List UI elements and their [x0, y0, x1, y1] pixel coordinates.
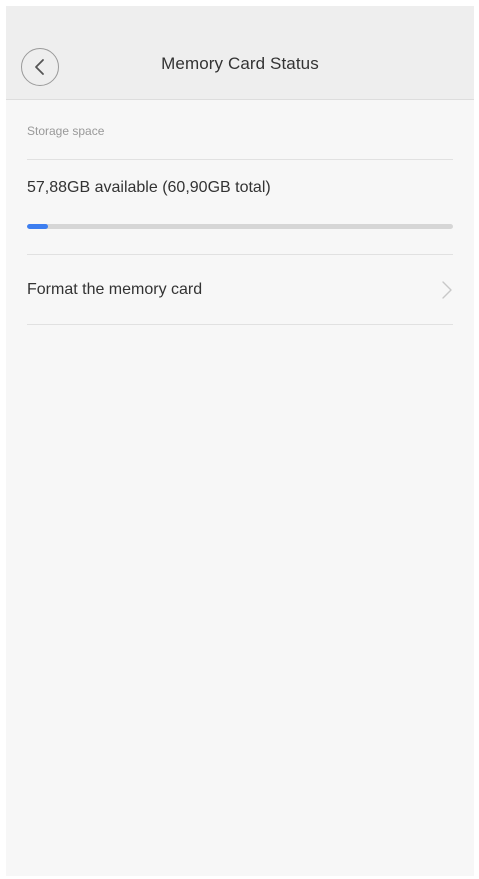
page-title: Memory Card Status — [161, 54, 319, 73]
storage-summary: 57,88GB available (60,90GB total) — [27, 179, 271, 196]
storage-section-label: Storage space — [27, 124, 105, 138]
divider — [27, 159, 453, 160]
format-memory-card-label: Format the memory card — [27, 281, 203, 298]
storage-progress-bar — [27, 224, 453, 229]
format-memory-card-row[interactable]: Format the memory card — [27, 256, 453, 324]
storage-progress-fill — [27, 224, 49, 229]
memory-card-status-screen: Memory Card Status Storage space 57,88GB… — [6, 6, 474, 876]
divider — [27, 254, 453, 255]
status-bar — [6, 6, 474, 26]
chevron-right-icon — [442, 281, 452, 299]
divider — [27, 324, 453, 325]
header-bar: Memory Card Status — [6, 26, 474, 100]
